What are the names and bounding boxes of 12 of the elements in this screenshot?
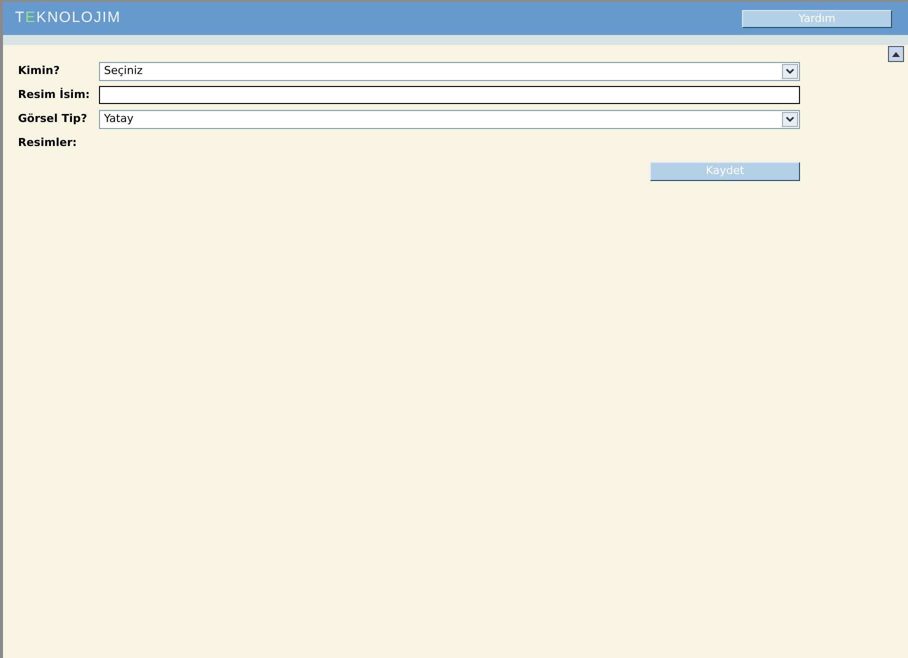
- field-label: Resim İsim:: [18, 86, 91, 103]
- field-label: Görsel Tip?: [18, 110, 88, 127]
- logo: TEKNOLOJIM: [15, 8, 121, 28]
- dropdown[interactable]: Seçiniz: [99, 62, 800, 80]
- field-label: Kimin?: [18, 62, 61, 79]
- chevron-down-icon: [782, 64, 798, 78]
- field-label: Resimler:: [18, 134, 78, 151]
- dropdown[interactable]: Yatay: [99, 110, 800, 128]
- chevron-down-icon: [782, 112, 798, 126]
- scroll-up-button[interactable]: [888, 46, 904, 62]
- triangle-up-icon: [892, 52, 900, 56]
- input-field[interactable]: [99, 86, 800, 104]
